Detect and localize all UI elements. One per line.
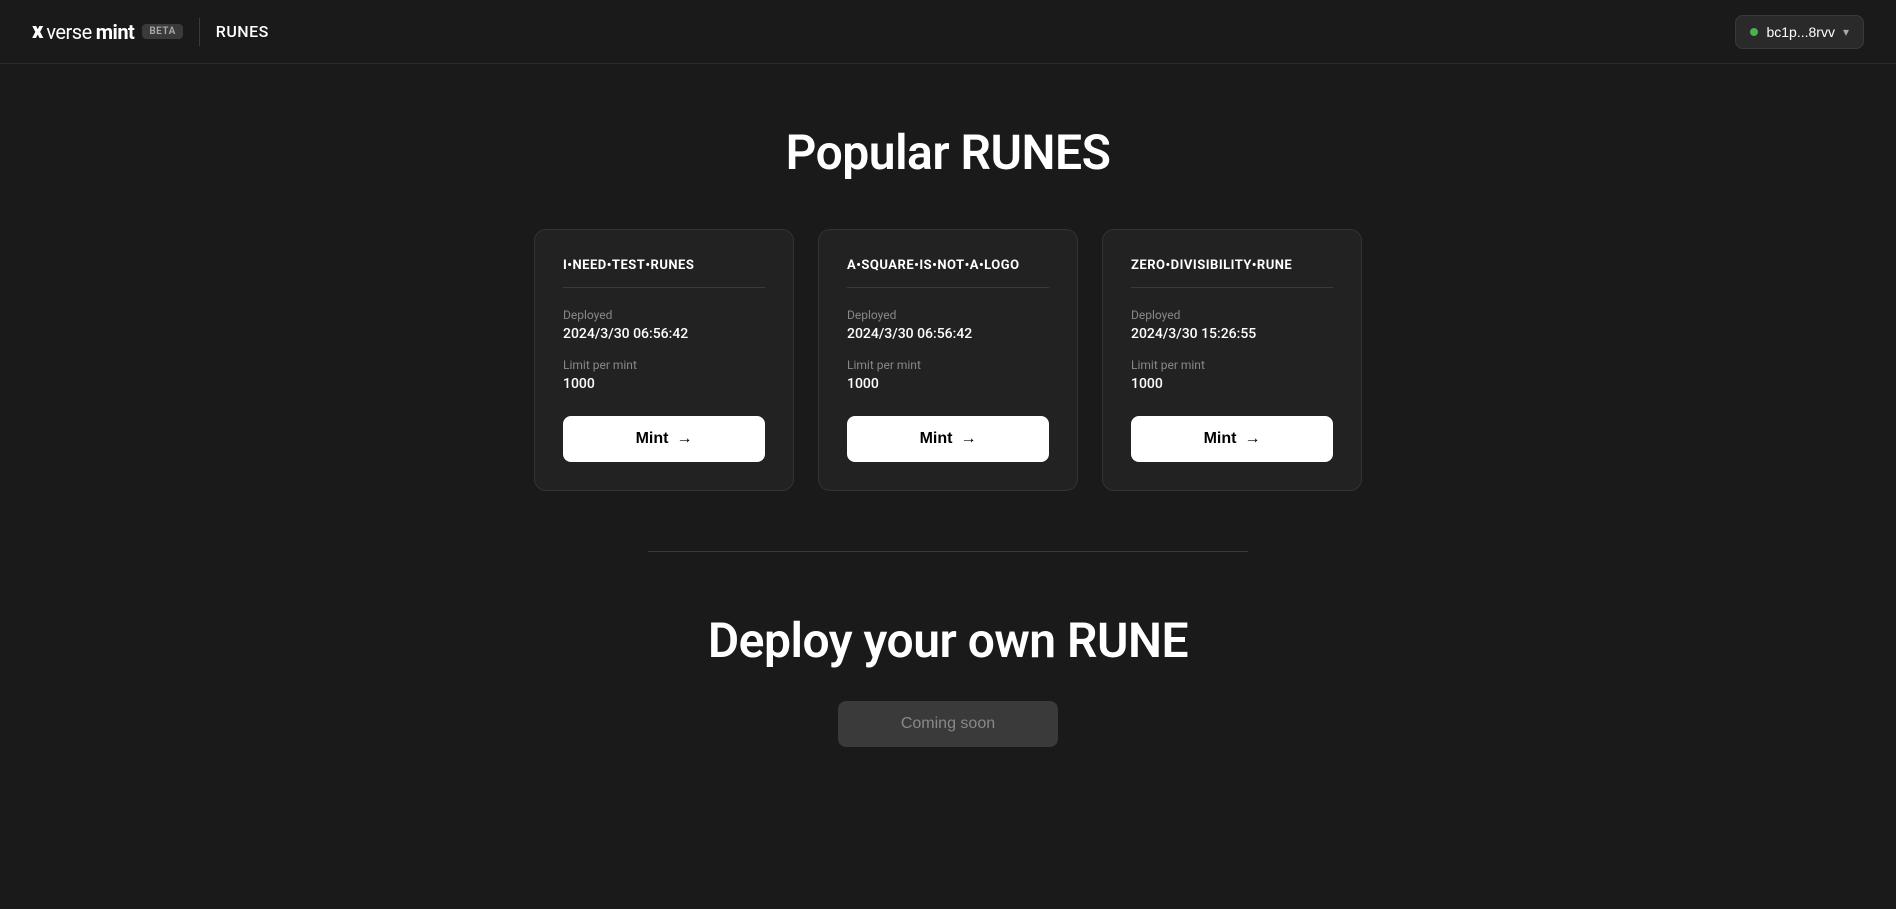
card-divider-1 [847,287,1049,288]
card-limit-field-0: Limit per mint 1000 [563,358,765,392]
card-deployed-field-2: Deployed 2024/3/30 15:26:55 [1131,308,1333,342]
arrow-icon-1: → [960,430,976,448]
card-deployed-field-1: Deployed 2024/3/30 06:56:42 [847,308,1049,342]
deploy-title: Deploy your own RUNE [708,612,1188,669]
mint-button-0[interactable]: Mint → [563,416,765,462]
logo-area: xverse mint BETA [32,19,183,44]
limit-label-1: Limit per mint [847,358,1049,372]
wallet-status-dot [1750,28,1758,36]
card-limit-field-1: Limit per mint 1000 [847,358,1049,392]
card-divider-0 [563,287,765,288]
arrow-icon-0: → [676,430,692,448]
coming-soon-button: Coming soon [838,701,1058,747]
arrow-icon-2: → [1244,430,1260,448]
mint-button-2[interactable]: Mint → [1131,416,1333,462]
nav-runes-label: RUNES [216,22,269,41]
rune-card-1: A•SQUARE•IS•NOT•A•LOGO Deployed 2024/3/3… [818,229,1078,491]
limit-value-2: 1000 [1131,376,1333,392]
app-header: xverse mint BETA RUNES bc1p...8rvv ▾ [0,0,1896,64]
popular-runes-title: Popular RUNES [786,124,1111,181]
runes-cards-grid: I•NEED•TEST•RUNES Deployed 2024/3/30 06:… [534,229,1362,491]
card-divider-2 [1131,287,1333,288]
limit-label-0: Limit per mint [563,358,765,372]
deployed-label-0: Deployed [563,308,765,322]
deployed-date-2: 2024/3/30 15:26:55 [1131,326,1333,342]
rune-card-2: ZERO•DIVISIBILITY•RUNE Deployed 2024/3/3… [1102,229,1362,491]
limit-label-2: Limit per mint [1131,358,1333,372]
logo-text: xverse mint [32,19,134,44]
beta-badge: BETA [142,24,182,39]
deployed-label-2: Deployed [1131,308,1333,322]
limit-value-0: 1000 [563,376,765,392]
header-divider [199,18,200,46]
logo-verse: verse [46,20,91,44]
mint-button-label-2: Mint [1204,430,1237,448]
card-deployed-field-0: Deployed 2024/3/30 06:56:42 [563,308,765,342]
deploy-section: Deploy your own RUNE Coming soon [708,612,1188,747]
card-limit-field-2: Limit per mint 1000 [1131,358,1333,392]
section-divider [648,551,1248,552]
deployed-label-1: Deployed [847,308,1049,322]
header-left: xverse mint BETA RUNES [32,18,269,46]
card-name-1: A•SQUARE•IS•NOT•A•LOGO [847,258,1049,273]
wallet-address: bc1p...8rvv [1766,24,1834,40]
card-name-0: I•NEED•TEST•RUNES [563,258,765,273]
mint-button-label-1: Mint [920,430,953,448]
logo-x: x [32,19,42,44]
mint-button-label-0: Mint [636,430,669,448]
rune-card-0: I•NEED•TEST•RUNES Deployed 2024/3/30 06:… [534,229,794,491]
chevron-down-icon: ▾ [1843,25,1849,39]
deployed-date-1: 2024/3/30 06:56:42 [847,326,1049,342]
wallet-button[interactable]: bc1p...8rvv ▾ [1735,15,1864,49]
card-name-2: ZERO•DIVISIBILITY•RUNE [1131,258,1333,273]
mint-button-1[interactable]: Mint → [847,416,1049,462]
main-content: Popular RUNES I•NEED•TEST•RUNES Deployed… [0,64,1896,807]
limit-value-1: 1000 [847,376,1049,392]
logo-mint: mint [96,20,135,44]
deployed-date-0: 2024/3/30 06:56:42 [563,326,765,342]
